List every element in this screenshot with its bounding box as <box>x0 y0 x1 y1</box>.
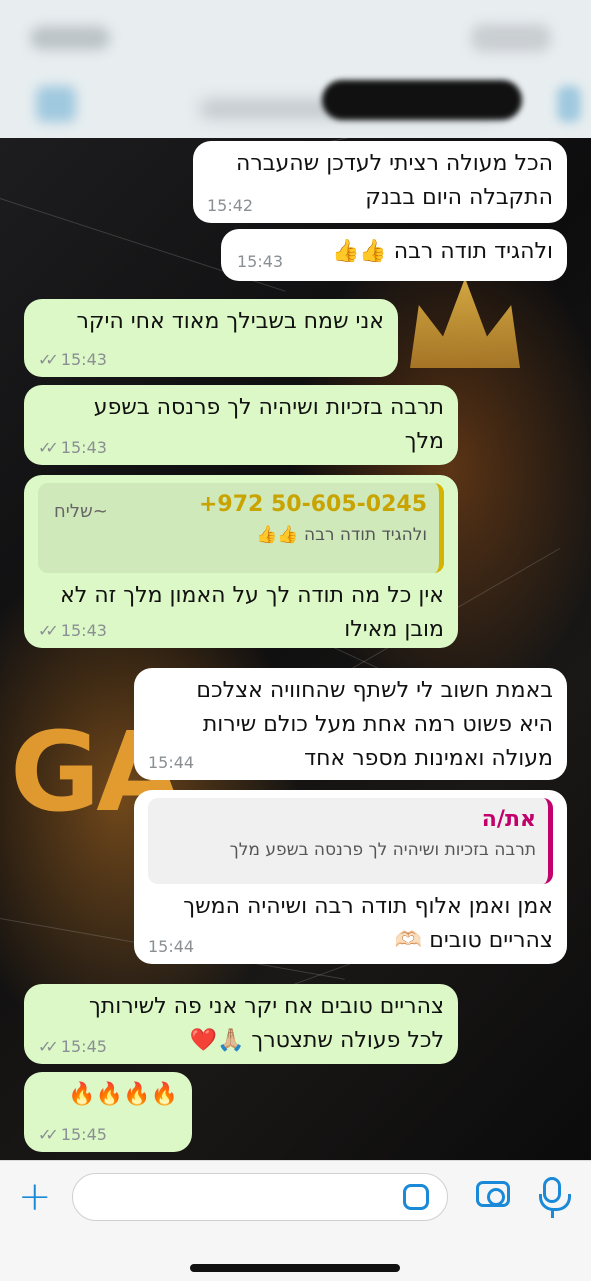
message-bubble-outgoing[interactable]: תרבה בזכיות ושיהיה לך פרנסה בשפע מלך ✓✓ 1… <box>24 385 458 465</box>
message-bubble-incoming[interactable]: ולהגיד תודה רבה 👍👍 15:43 <box>221 229 567 281</box>
read-receipt-icon: ✓✓ <box>38 438 59 457</box>
message-time: 15:44 <box>148 937 195 956</box>
call-button[interactable] <box>557 86 581 122</box>
message-input[interactable] <box>72 1173 448 1221</box>
camera-icon[interactable] <box>476 1181 510 1207</box>
message-time: ✓✓ 15:45 <box>38 1037 107 1056</box>
message-time: ✓✓ 15:45 <box>38 1125 107 1144</box>
message-time: ✓✓ 15:43 <box>38 350 107 369</box>
quoted-message[interactable]: +972 50-605-0245 ולהגיד תודה רבה 👍👍 ~שלי… <box>38 483 444 573</box>
message-text: התקבלה היום בבנק <box>365 185 553 210</box>
read-receipt-icon: ✓✓ <box>38 1125 59 1144</box>
redaction-mark <box>322 80 522 120</box>
plus-icon[interactable]: + <box>18 1177 52 1217</box>
status-bar-blurred <box>30 26 110 50</box>
message-bubble-incoming[interactable]: הכל מעולה רציתי לעדכן שהעברה התקבלה היום… <box>193 141 567 223</box>
sticker-icon[interactable] <box>403 1184 429 1210</box>
message-bubble-incoming[interactable]: באמת חשוב לי לשתף שהחוויה אצלכם היא פשוט… <box>134 668 567 780</box>
crown-graphic <box>410 278 520 368</box>
message-text: צהריים טובים אח יקר אני פה לשירותך <box>88 994 444 1019</box>
message-bubble-outgoing[interactable]: 🔥🔥🔥🔥 ✓✓ 15:45 <box>24 1072 192 1152</box>
camera-lens <box>487 1188 505 1206</box>
quoted-sender-name: ~שליח <box>54 501 108 522</box>
message-text: היא פשוט רמה אחת מעל כולם שירות <box>202 712 553 737</box>
quoted-message[interactable]: את/ה תרבה בזכיות ושיהיה לך פרנסה בשפע מל… <box>148 798 553 884</box>
message-time: 15:44 <box>148 753 195 772</box>
read-receipt-icon: ✓✓ <box>38 1037 59 1056</box>
message-bubble-incoming[interactable]: את/ה תרבה בזכיות ושיהיה לך פרנסה בשפע מל… <box>134 790 567 964</box>
message-text: תרבה בזכיות ושיהיה לך פרנסה בשפע <box>93 395 444 420</box>
read-receipt-icon: ✓✓ <box>38 350 59 369</box>
message-text: 🔥🔥🔥🔥 <box>68 1082 178 1107</box>
message-text: אין כל מה תודה לך על האמון מלך זה לא <box>60 583 444 608</box>
message-time: 15:43 <box>237 252 284 271</box>
mic-stand <box>539 1194 571 1211</box>
message-time: ✓✓ 15:43 <box>38 621 107 640</box>
message-text: אמן ואמן אלוף תודה רבה ושיהיה המשך <box>183 894 553 919</box>
message-bubble-outgoing[interactable]: +972 50-605-0245 ולהגיד תודה רבה 👍👍 ~שלי… <box>24 475 458 648</box>
message-text: הכל מעולה רציתי לעדכן שהעברה <box>236 151 553 176</box>
message-text: צהריים טובים 🫶🏻 <box>394 928 553 953</box>
message-text: באמת חשוב לי לשתף שהחוויה אצלכם <box>196 678 553 703</box>
quoted-text: תרבה בזכיות ושיהיה לך פרנסה בשפע מלך <box>229 840 536 860</box>
back-button[interactable] <box>36 86 76 122</box>
mic-base <box>551 1210 554 1218</box>
message-time: ✓✓ 15:43 <box>38 438 107 457</box>
home-indicator[interactable] <box>190 1264 400 1272</box>
message-time: 15:42 <box>207 196 254 215</box>
message-text: מעולה ואמינות מספר אחד <box>304 746 553 771</box>
message-text: אני שמח בשבילך מאוד אחי היקר <box>76 309 384 334</box>
message-bubble-outgoing[interactable]: צהריים טובים אח יקר אני פה לשירותך לכל פ… <box>24 984 458 1064</box>
quoted-sender-you: את/ה <box>481 807 536 832</box>
microphone-icon[interactable] <box>539 1177 571 1218</box>
message-composer: + <box>0 1160 591 1281</box>
read-receipt-icon: ✓✓ <box>38 621 59 640</box>
chat-header <box>0 0 591 138</box>
message-bubble-outgoing[interactable]: אני שמח בשבילך מאוד אחי היקר ✓✓ 15:43 <box>24 299 398 377</box>
status-icons-blurred <box>471 24 551 52</box>
